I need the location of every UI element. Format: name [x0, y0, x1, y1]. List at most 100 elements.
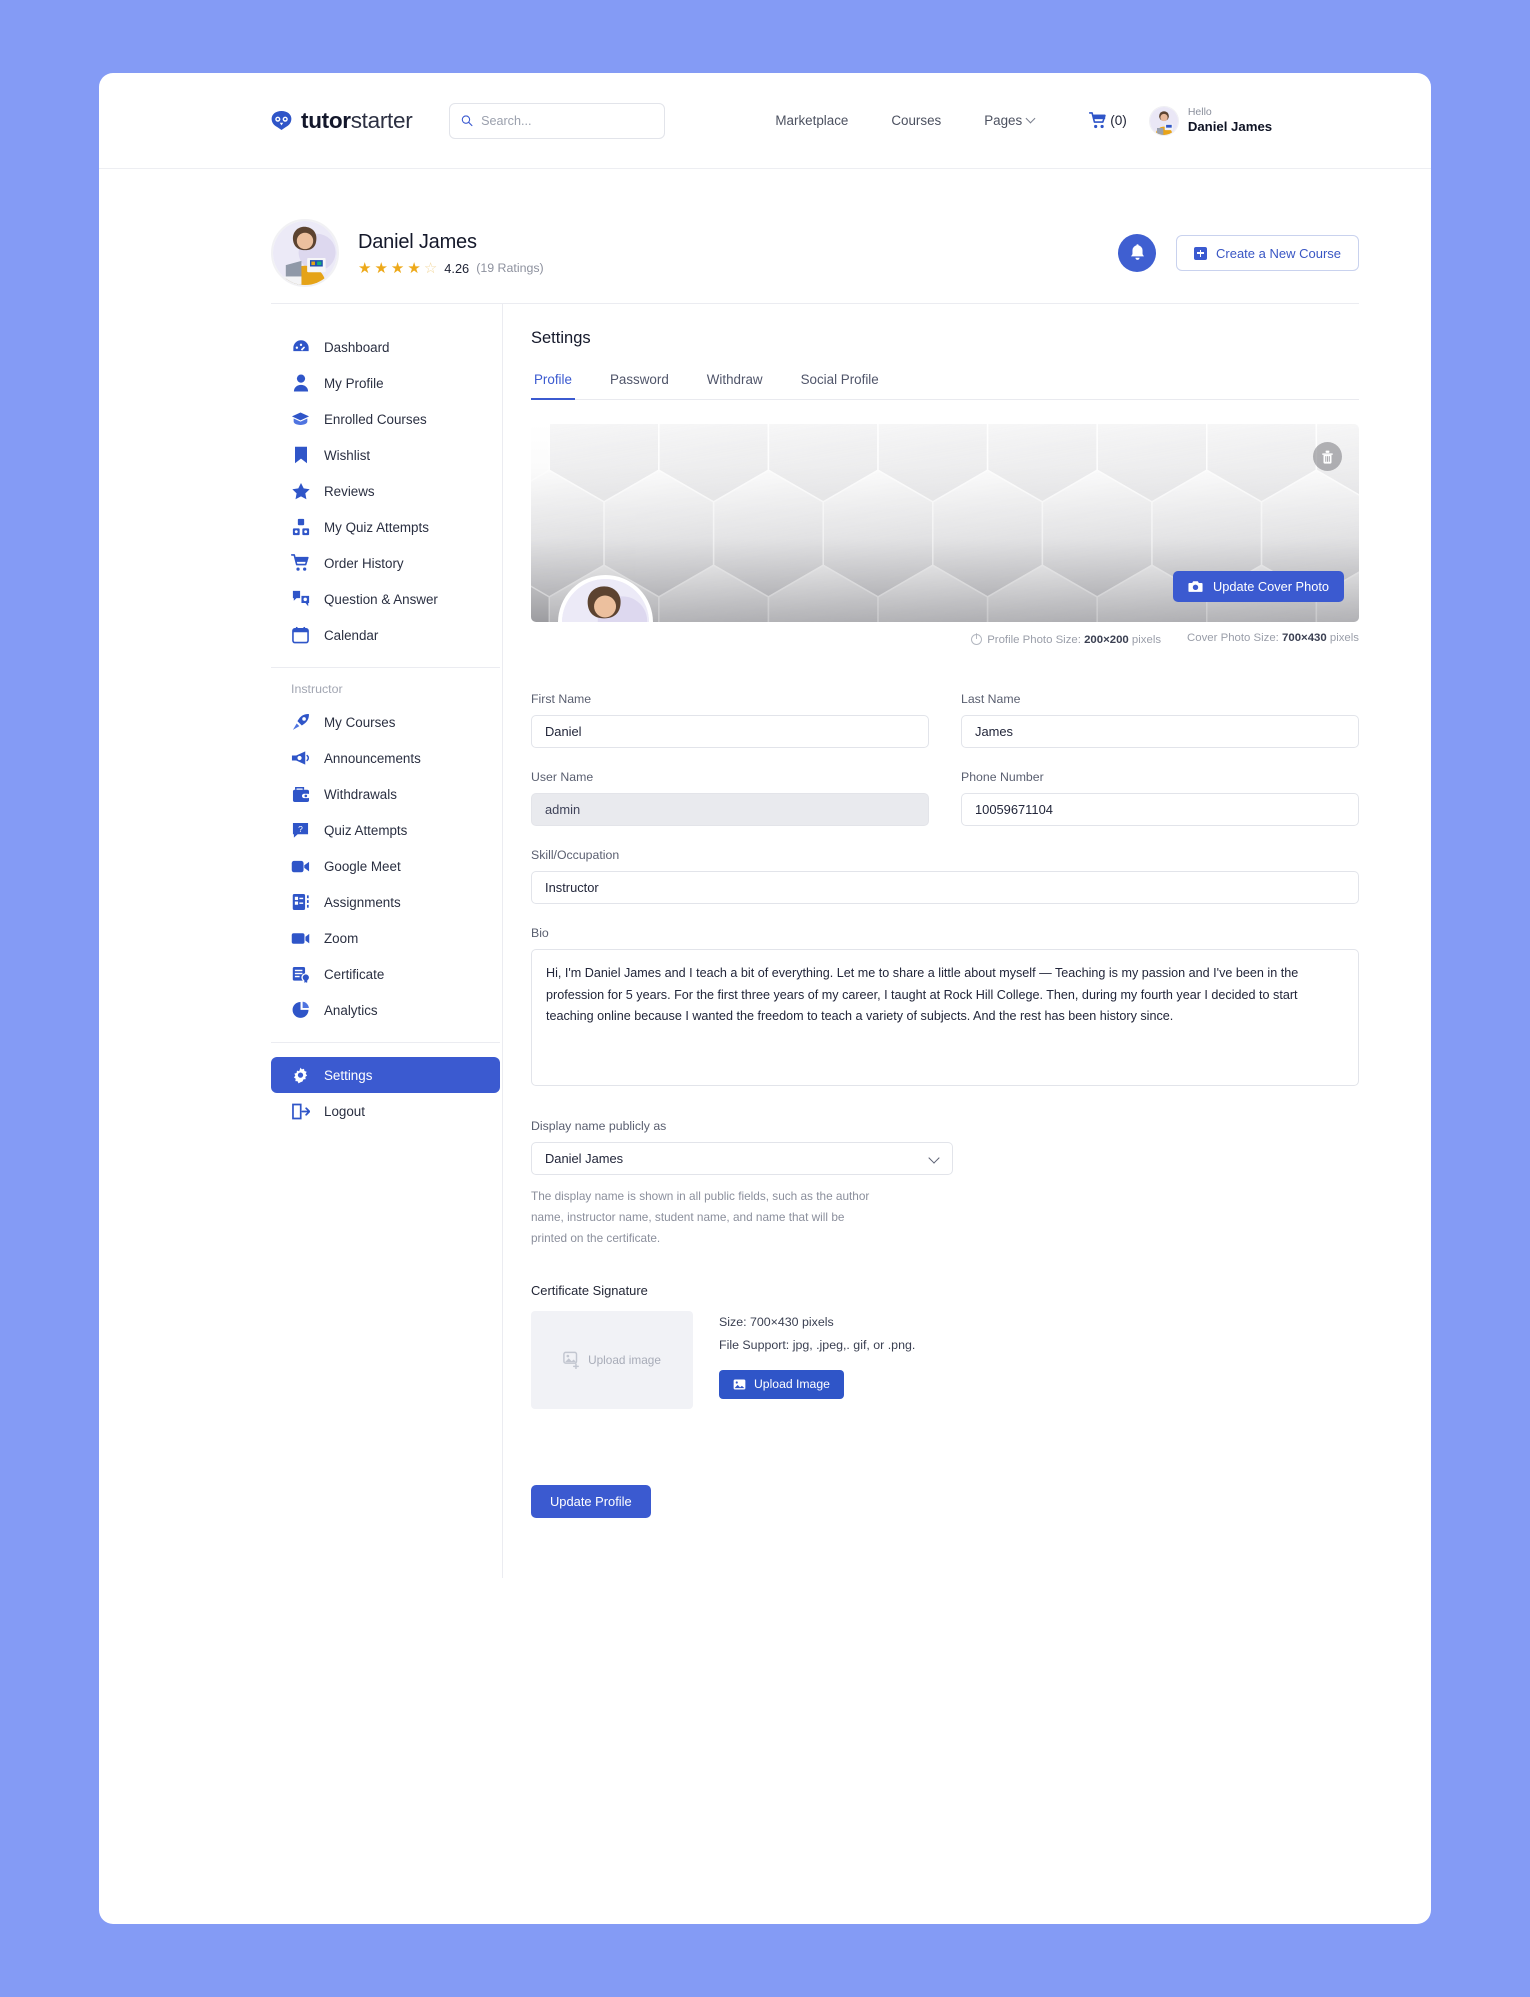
megaphone-icon [291, 749, 310, 768]
svg-text:?: ? [298, 823, 303, 833]
info-icon [971, 632, 983, 645]
sidebar-item-settings-label: Settings [324, 1067, 373, 1083]
assignment-list-icon [291, 893, 310, 912]
last-name-field-group: Last Name [961, 692, 1359, 748]
sidebar-item-zoom[interactable]: Zoom [271, 920, 500, 956]
search-box[interactable] [449, 102, 666, 139]
nav-link-courses[interactable]: Courses [891, 113, 941, 128]
sidebar-item-reviews[interactable]: Reviews [271, 473, 500, 509]
star-outline-icon: ☆ [423, 259, 438, 277]
cover-profile-avatar-image [562, 579, 649, 622]
user-name-input [531, 793, 929, 826]
profile-rating: ★ ★ ★ ★ ☆ 4.26 (19 Ratings) [358, 261, 544, 276]
sidebar-item-analytics[interactable]: Analytics [271, 992, 500, 1028]
sidebar-item-quiz-attempts[interactable]: ? Quiz Attempts [271, 812, 500, 848]
sidebar: Dashboard My Profile Enrolled Courses Wi… [271, 304, 503, 1578]
content-area: Dashboard My Profile Enrolled Courses Wi… [99, 304, 1431, 1578]
sidebar-item-my-courses-label: My Courses [324, 714, 396, 730]
cover-photo-size-prefix: Cover Photo Size: [1187, 632, 1279, 644]
certificate-size-text: Size: 700×430 pixels [719, 1314, 834, 1329]
tab-social-profile-label: Social Profile [800, 372, 879, 387]
user-menu-text: Hello Daniel James [1188, 106, 1272, 136]
image-icon [733, 1379, 746, 1390]
user-display-name: Daniel James [1187, 118, 1273, 134]
search-icon [462, 115, 473, 127]
app-window: tutorstarter Marketplace Courses Pages [99, 73, 1431, 1924]
bio-field-group: Bio Hi, I'm Daniel James and I teach a b… [531, 926, 1359, 1091]
sidebar-item-dashboard[interactable]: Dashboard [271, 329, 500, 365]
sidebar-item-my-quiz-attempts[interactable]: My Quiz Attempts [271, 509, 500, 545]
tab-profile-label: Profile [534, 372, 572, 387]
video-camera-icon [291, 857, 310, 876]
camera-icon [1188, 581, 1203, 592]
tab-withdraw[interactable]: Withdraw [704, 372, 766, 399]
avatar-image [1149, 106, 1178, 135]
upload-image-button[interactable]: Upload Image [719, 1369, 844, 1399]
sidebar-item-my-profile-label: My Profile [324, 375, 384, 391]
sidebar-item-logout[interactable]: Logout [271, 1093, 500, 1129]
sidebar-item-my-profile[interactable]: My Profile [271, 365, 500, 401]
settings-title: Settings [531, 329, 591, 347]
rating-value: 4.26 [444, 260, 470, 276]
search-input[interactable] [481, 113, 654, 128]
sidebar-item-question-answer[interactable]: Question & Answer [271, 581, 500, 617]
avatar [1148, 105, 1179, 136]
profile-actions: Create a New Course [1118, 234, 1359, 272]
sidebar-item-certificate[interactable]: Certificate [271, 956, 500, 992]
brand-logo[interactable]: tutorstarter [271, 107, 413, 134]
sidebar-item-order-history[interactable]: Order History [271, 545, 500, 581]
first-name-label: First Name [531, 692, 592, 706]
update-profile-button[interactable]: Update Profile [531, 1484, 651, 1518]
question-answer-icon [291, 590, 310, 609]
brand-bold-text: tutor [301, 107, 351, 133]
sidebar-item-wishlist[interactable]: Wishlist [271, 437, 500, 473]
sidebar-item-announcements[interactable]: Announcements [271, 740, 500, 776]
tab-profile[interactable]: Profile [531, 372, 575, 400]
sidebar-item-dashboard-label: Dashboard [324, 339, 390, 355]
phone-input[interactable] [961, 793, 1359, 826]
skill-input[interactable] [531, 871, 1359, 904]
cart-button[interactable]: (0) [1089, 112, 1127, 129]
first-name-input[interactable] [531, 715, 929, 748]
bio-textarea[interactable]: Hi, I'm Daniel James and I teach a bit o… [531, 949, 1359, 1086]
sidebar-item-google-meet[interactable]: Google Meet [271, 848, 500, 884]
top-navigation-bar: tutorstarter Marketplace Courses Pages [99, 73, 1431, 169]
rating-count: (19 Ratings) [476, 261, 544, 275]
sidebar-item-google-meet-label: Google Meet [324, 858, 401, 874]
certificate-signature-group: Certificate Signature Upload image Size:… [531, 1283, 1359, 1409]
sidebar-item-wishlist-label: Wishlist [324, 447, 371, 463]
name-row: First Name Last Name [531, 692, 1359, 748]
star-icon: ★ [407, 259, 421, 277]
sidebar-item-assignments[interactable]: Assignments [271, 884, 500, 920]
tab-password-label: Password [609, 372, 669, 387]
graduation-cap-icon [291, 410, 310, 429]
tab-password[interactable]: Password [607, 372, 672, 399]
notifications-button[interactable] [1118, 234, 1156, 272]
sidebar-item-logout-label: Logout [324, 1103, 365, 1119]
sidebar-divider [271, 667, 500, 668]
tab-social-profile[interactable]: Social Profile [798, 372, 882, 399]
sidebar-item-settings[interactable]: Settings [271, 1057, 500, 1093]
delete-cover-photo-button[interactable] [1313, 442, 1342, 471]
sidebar-item-withdrawals[interactable]: Withdrawals [271, 776, 500, 812]
display-name-select[interactable] [531, 1142, 953, 1175]
quiz-icon [291, 518, 310, 537]
nav-link-marketplace[interactable]: Marketplace [775, 113, 848, 128]
star-rating: ★ ★ ★ ★ ☆ [358, 261, 437, 276]
upload-image-button-label: Upload Image [754, 1377, 830, 1392]
sidebar-item-calendar[interactable]: Calendar [271, 617, 500, 653]
signature-upload-dropzone[interactable]: Upload image [531, 1310, 693, 1409]
nav-link-pages[interactable]: Pages [984, 113, 1036, 128]
create-new-course-button[interactable]: Create a New Course [1176, 235, 1359, 271]
skill-label: Skill/Occupation [531, 848, 620, 862]
sidebar-item-zoom-label: Zoom [324, 930, 359, 946]
user-menu[interactable]: Hello Daniel James [1148, 105, 1272, 136]
sidebar-item-enrolled-courses[interactable]: Enrolled Courses [271, 401, 500, 437]
star-icon: ★ [390, 259, 405, 277]
update-cover-photo-button[interactable]: Update Cover Photo [1173, 571, 1344, 602]
signature-upload-placeholder: Upload image [588, 1352, 661, 1367]
profile-header: Daniel James ★ ★ ★ ★ ☆ 4.26 (19 Ratings) [99, 169, 1431, 303]
sidebar-item-my-courses[interactable]: My Courses [271, 704, 500, 740]
cart-icon [1089, 112, 1106, 129]
last-name-input[interactable] [961, 715, 1359, 748]
